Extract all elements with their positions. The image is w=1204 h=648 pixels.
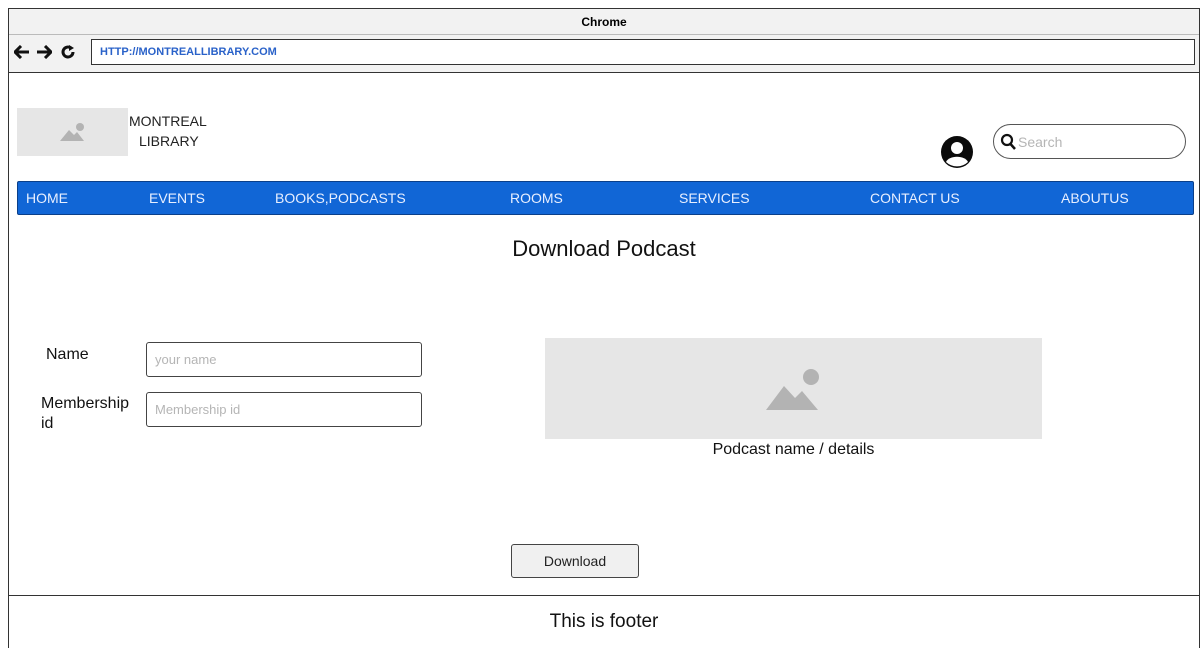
name-input[interactable] bbox=[147, 343, 421, 376]
url-field[interactable]: HTTP://MONTREALLIBRARY.COM bbox=[91, 39, 1195, 65]
footer-text: This is footer bbox=[549, 611, 659, 632]
page-title: Download Podcast bbox=[512, 236, 696, 261]
nav-item-services[interactable]: SERVICES bbox=[679, 182, 750, 214]
logo-image bbox=[17, 108, 128, 156]
podcast-details: Podcast name / details bbox=[712, 441, 875, 458]
nav-item-events[interactable]: EVENTS bbox=[149, 182, 205, 214]
image-placeholder-icon bbox=[765, 368, 819, 410]
nav-item-about-us[interactable]: ABOUTUS bbox=[1061, 182, 1129, 214]
brand-name: MONTREAL LIBRARY bbox=[129, 111, 207, 151]
download-button[interactable]: Download bbox=[511, 544, 639, 578]
account-icon[interactable] bbox=[939, 134, 975, 170]
browser-title-bar: Chrome bbox=[9, 9, 1199, 35]
arrow-left-icon[interactable] bbox=[13, 41, 31, 63]
membership-label: Membership id bbox=[41, 394, 129, 434]
browser-title: Chrome bbox=[581, 15, 627, 29]
image-placeholder-icon bbox=[59, 123, 84, 141]
membership-id-field[interactable] bbox=[146, 392, 422, 427]
url-text: HTTP://MONTREALLIBRARY.COM bbox=[100, 46, 277, 58]
brand-line-2: LIBRARY bbox=[139, 133, 199, 149]
nav-item-home[interactable]: HOME bbox=[26, 182, 68, 214]
nav-item-contact-us[interactable]: CONTACT US bbox=[870, 182, 960, 214]
membership-label-line-1: Membership bbox=[41, 395, 130, 412]
podcast-image bbox=[545, 338, 1042, 439]
main-nav: HOME EVENTS BOOKS,PODCASTS ROOMS SERVICE… bbox=[17, 181, 1194, 215]
reload-icon[interactable] bbox=[59, 41, 77, 63]
nav-item-rooms[interactable]: ROOMS bbox=[510, 182, 563, 214]
address-bar-row: HTTP://MONTREALLIBRARY.COM bbox=[9, 35, 1199, 73]
membership-label-line-2: id bbox=[41, 415, 54, 432]
arrow-right-icon[interactable] bbox=[35, 41, 53, 63]
search-icon bbox=[1000, 133, 1016, 151]
name-label: Name bbox=[46, 346, 89, 363]
search-input[interactable] bbox=[1016, 131, 1180, 153]
browser-window: Chrome HTTP://MONTREALLIBRARY.COM MONTRE… bbox=[8, 8, 1200, 648]
search-box[interactable] bbox=[993, 124, 1186, 159]
nav-item-books-podcasts[interactable]: BOOKS,PODCASTS bbox=[275, 182, 406, 214]
membership-id-input[interactable] bbox=[147, 393, 421, 426]
brand-line-1: MONTREAL bbox=[129, 113, 207, 129]
footer-divider bbox=[9, 595, 1199, 596]
name-field[interactable] bbox=[146, 342, 422, 377]
